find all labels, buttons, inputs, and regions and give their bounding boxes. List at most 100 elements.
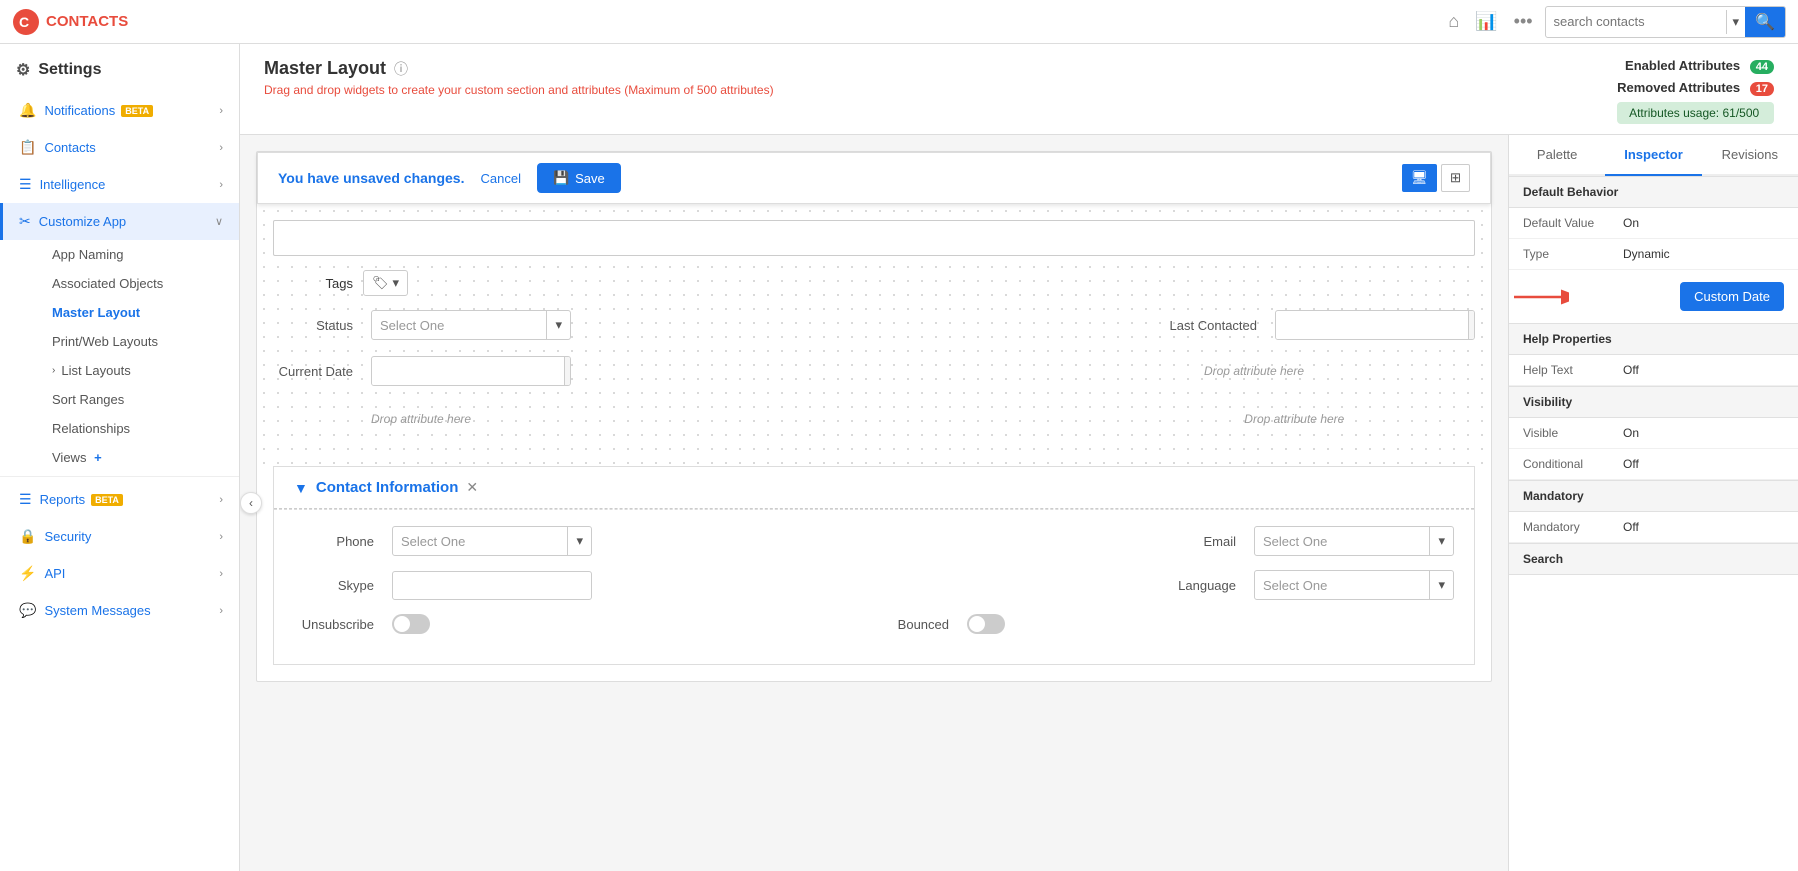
custom-date-button[interactable]: Custom Date xyxy=(1680,282,1784,311)
info-icon[interactable]: ⓘ xyxy=(394,59,408,79)
sidebar-item-customize-app[interactable]: ✂ Customize App ∨ xyxy=(0,203,239,240)
tab-palette[interactable]: Palette xyxy=(1509,135,1605,176)
phone-dropdown-icon[interactable]: ▾ xyxy=(567,527,591,555)
top-nav: C CONTACTS ⌂ 📊 ••• ▾ 🔍 xyxy=(0,0,1798,44)
sidebar-sub-views[interactable]: Views + xyxy=(36,443,239,472)
attributes-usage: Attributes usage: 61/500 xyxy=(1617,102,1774,124)
save-button[interactable]: 💾 Save xyxy=(537,163,621,193)
email-select-value[interactable]: Select One xyxy=(1255,528,1429,555)
bounced-toggle-thumb xyxy=(969,616,985,632)
visible-row: Visible On xyxy=(1509,418,1798,449)
search-dropdown-btn[interactable]: ▾ xyxy=(1726,10,1746,34)
language-dropdown-icon[interactable]: ▾ xyxy=(1429,571,1453,599)
sidebar-system-messages-label: System Messages xyxy=(44,603,150,618)
desktop-view-btn[interactable]: 🖥 xyxy=(1402,164,1437,192)
conditional-value: Off xyxy=(1623,457,1639,471)
sidebar-title: Settings xyxy=(38,61,101,79)
section-title: Contact Information xyxy=(316,479,459,496)
tags-button[interactable]: 🏷 ▾ xyxy=(363,270,408,296)
intelligence-icon: ☰ xyxy=(19,176,32,193)
search-button[interactable]: 🔍 xyxy=(1745,7,1785,37)
bounced-toggle[interactable] xyxy=(967,614,1005,634)
email-dropdown-icon[interactable]: ▾ xyxy=(1429,527,1453,555)
type-row: Type Dynamic xyxy=(1509,239,1798,270)
phone-label: Phone xyxy=(294,534,374,549)
canvas-area: You have unsaved changes. Cancel 💾 Save … xyxy=(240,135,1508,871)
sidebar-header: ⚙ Settings xyxy=(0,44,239,92)
sidebar-sub-relationships[interactable]: Relationships xyxy=(36,414,239,443)
sidebar-intelligence-label: Intelligence xyxy=(40,177,106,192)
conditional-label: Conditional xyxy=(1523,457,1623,471)
chart-icon[interactable]: 📊 xyxy=(1475,11,1497,32)
unsubscribe-toggle[interactable] xyxy=(392,614,430,634)
enabled-attributes-label: Enabled Attributes xyxy=(1625,58,1740,73)
collapse-sidebar-btn[interactable]: ‹ xyxy=(240,492,262,514)
notifications-arrow-icon: › xyxy=(219,105,223,117)
sidebar-customize-label: Customize App xyxy=(39,214,126,229)
sidebar-item-api[interactable]: ⚡ API › xyxy=(0,555,239,592)
view-toggle: 🖥 ⊞ xyxy=(1402,164,1470,192)
status-dropdown-icon[interactable]: ▾ xyxy=(546,311,570,339)
default-behavior-header: Default Behavior xyxy=(1509,176,1798,208)
reports-beta-badge: BETA xyxy=(91,494,123,506)
current-date-calendar-icon[interactable]: 📅 xyxy=(564,357,571,385)
sidebar-item-intelligence[interactable]: ☰ Intelligence › xyxy=(0,166,239,203)
app-logo[interactable]: C CONTACTS xyxy=(12,8,128,36)
more-icon[interactable]: ••• xyxy=(1514,11,1533,32)
type-value: Dynamic xyxy=(1623,247,1670,261)
current-date-input[interactable] xyxy=(372,358,564,385)
save-icon: 💾 xyxy=(553,170,569,186)
right-panel: Palette Inspector Revisions Default Beha… xyxy=(1508,135,1798,871)
removed-attributes-label: Removed Attributes xyxy=(1617,80,1740,95)
sidebar-item-contacts[interactable]: 📋 Contacts › xyxy=(0,129,239,166)
sidebar-sub-list-layouts[interactable]: › List Layouts xyxy=(36,356,239,385)
contacts-arrow-icon: › xyxy=(219,142,223,154)
sidebar-sub-master-layout[interactable]: Master Layout xyxy=(36,298,239,327)
search-input[interactable] xyxy=(1546,10,1726,33)
default-value-label: Default Value xyxy=(1523,216,1623,230)
drop-zones-row: Drop attribute here Drop attribute here xyxy=(273,402,1475,436)
sidebar-item-system-messages[interactable]: 💬 System Messages › xyxy=(0,592,239,629)
home-icon[interactable]: ⌂ xyxy=(1448,11,1459,32)
last-contacted-calendar-icon[interactable]: 📅 xyxy=(1468,311,1475,339)
api-arrow-icon: › xyxy=(219,568,223,580)
tags-row: Tags 🏷 ▾ xyxy=(273,270,1475,296)
page-title: Master Layout xyxy=(264,58,386,79)
sidebar-contacts-label: Contacts xyxy=(44,140,95,155)
sidebar-item-reports[interactable]: ☰ Reports BETA › xyxy=(0,481,239,518)
mandatory-row: Mandatory Off xyxy=(1509,512,1798,543)
unsaved-banner: You have unsaved changes. Cancel 💾 Save … xyxy=(257,152,1491,204)
canvas-row: ‹ You have unsaved changes. Cancel 💾 Sav… xyxy=(240,135,1798,871)
section-collapse-btn[interactable]: ▼ xyxy=(294,480,308,496)
last-contacted-input[interactable] xyxy=(1276,312,1468,339)
sidebar-sub-sort-ranges[interactable]: Sort Ranges xyxy=(36,385,239,414)
sidebar-sub-print-web-layouts[interactable]: Print/Web Layouts xyxy=(36,327,239,356)
language-select-value[interactable]: Select One xyxy=(1255,572,1429,599)
page-header-right: Enabled Attributes 44 Removed Attributes… xyxy=(1617,58,1774,124)
drop-zone-3: Drop attribute here xyxy=(1114,402,1475,436)
phone-select-wrapper: Select One ▾ xyxy=(392,526,592,556)
app-name: CONTACTS xyxy=(46,13,128,30)
sidebar-sub-app-naming[interactable]: App Naming xyxy=(36,240,239,269)
section-remove-btn[interactable]: ✕ xyxy=(466,479,478,496)
sidebar-item-notifications[interactable]: 🔔 Notifications BETA › xyxy=(0,92,239,129)
sidebar-item-security[interactable]: 🔒 Security › xyxy=(0,518,239,555)
phone-select-value[interactable]: Select One xyxy=(393,528,567,555)
sidebar-sub-associated-objects[interactable]: Associated Objects xyxy=(36,269,239,298)
grid-view-btn[interactable]: ⊞ xyxy=(1441,164,1470,192)
tab-inspector[interactable]: Inspector xyxy=(1605,135,1701,176)
api-icon: ⚡ xyxy=(19,565,36,582)
tab-revisions[interactable]: Revisions xyxy=(1702,135,1798,176)
tag-icon: 🏷 xyxy=(372,275,389,291)
current-date-label: Current Date xyxy=(273,364,353,379)
logo-icon: C xyxy=(12,8,40,36)
status-select-value[interactable]: Select One xyxy=(372,312,546,339)
status-select-wrapper: Select One ▾ xyxy=(371,310,571,340)
visible-label: Visible xyxy=(1523,426,1623,440)
cancel-link[interactable]: Cancel xyxy=(480,171,520,186)
page-subtitle: Drag and drop widgets to create your cus… xyxy=(264,83,774,97)
help-text-value: Off xyxy=(1623,363,1639,377)
skype-input[interactable] xyxy=(392,571,592,600)
sidebar-security-label: Security xyxy=(44,529,91,544)
mandatory-label: Mandatory xyxy=(1523,520,1623,534)
